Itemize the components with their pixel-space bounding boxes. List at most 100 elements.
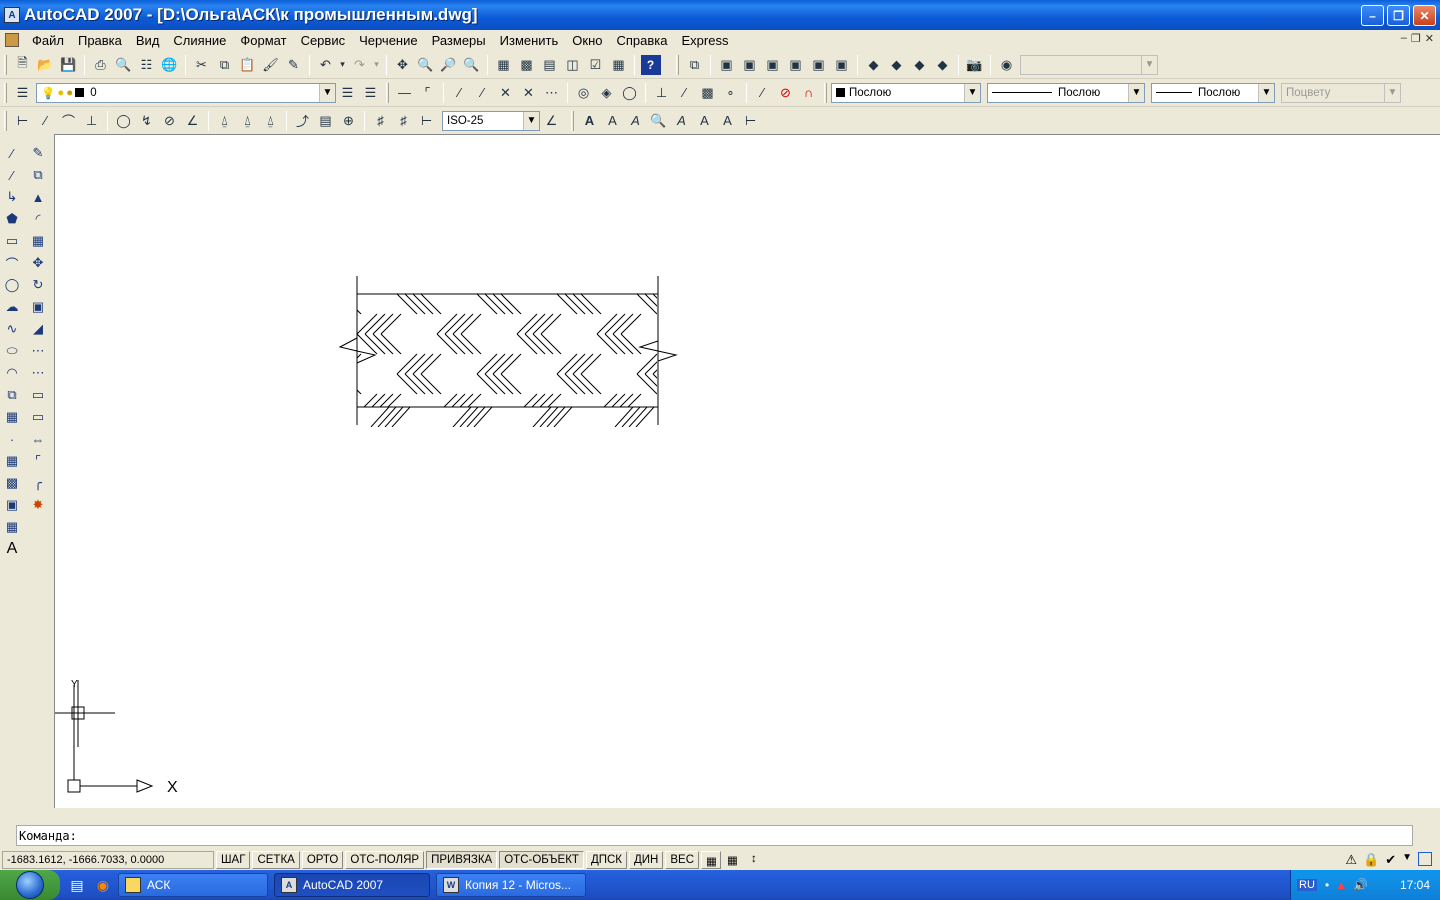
tolerance-icon[interactable]: ▤ — [316, 111, 336, 131]
menu-tools[interactable]: Сервис — [294, 33, 353, 48]
snap-tracking-icon[interactable]: — — [395, 83, 415, 103]
osnap-settings-icon[interactable]: ∩ — [799, 83, 819, 103]
zoom-previous-icon[interactable]: 🔍 — [462, 55, 482, 75]
snap-insert-icon[interactable]: ▩ — [698, 83, 718, 103]
doc-restore-button[interactable]: ❐ — [1411, 32, 1421, 45]
revision-cloud-icon[interactable]: ☁ — [1, 296, 23, 318]
dim-edit-icon[interactable]: ♯ — [371, 111, 391, 131]
text-style-icon[interactable]: A — [695, 111, 715, 131]
named-views-icon[interactable]: ⧉ — [685, 55, 705, 75]
dim-baseline-icon[interactable]: ⍙ — [238, 111, 258, 131]
circle-icon[interactable]: ◯ — [1, 274, 23, 296]
snap-apparent-intersection-icon[interactable]: ✕ — [519, 83, 539, 103]
task-ask[interactable]: АСК — [118, 873, 268, 897]
minimize-button[interactable]: – — [1361, 5, 1384, 26]
single-line-text-icon[interactable]: A — [603, 111, 623, 131]
doc-minimize-button[interactable]: – — [1401, 32, 1407, 45]
menu-draw[interactable]: Черчение — [352, 33, 425, 48]
quick-leader-icon[interactable]: ⤴ — [293, 111, 313, 131]
erase-icon[interactable]: ✎ — [27, 142, 49, 164]
chevron-down-icon[interactable]: ▼ — [1141, 55, 1157, 74]
coordinates-display[interactable]: -1683.1612, -1666.7033, 0.0000 — [2, 851, 214, 869]
dim-angular-icon[interactable]: ∠ — [183, 111, 203, 131]
ortho-toggle[interactable]: ОРТО — [301, 851, 344, 869]
redo-icon[interactable]: ↷ — [350, 55, 370, 75]
layer-combo[interactable]: 💡 ● ● 0 ▼ — [36, 82, 336, 103]
undo-dropdown-icon[interactable]: ▾ — [339, 55, 347, 75]
calculator-icon[interactable]: ▦ — [609, 55, 629, 75]
chevron-down-icon[interactable]: ▼ — [523, 111, 539, 130]
toolbar-grip[interactable] — [824, 82, 827, 103]
snap-intersection-icon[interactable]: ✕ — [496, 83, 516, 103]
otrack-toggle[interactable]: ОТС-ОБЪЕКТ — [499, 851, 584, 869]
camera-icon[interactable]: 📷 — [965, 55, 985, 75]
menu-modify[interactable]: Изменить — [493, 33, 566, 48]
tool-palettes-icon[interactable]: ▤ — [540, 55, 560, 75]
polyline-icon[interactable]: ↳ — [1, 186, 23, 208]
drawing-canvas[interactable]: X Y — [54, 134, 1440, 808]
color-combo[interactable]: Послою ▼ — [831, 82, 981, 103]
ucs-icon[interactable]: ◉ — [997, 55, 1017, 75]
paste-icon[interactable]: 📋 — [238, 55, 258, 75]
explode-icon[interactable]: ✸ — [27, 494, 49, 516]
copy-icon[interactable]: ⧉ — [215, 55, 235, 75]
mirror-icon[interactable]: ▲ — [27, 186, 49, 208]
spline-icon[interactable]: ∿ — [1, 318, 23, 340]
scale-icon[interactable]: ▣ — [27, 296, 49, 318]
toolbar-grip[interactable] — [4, 82, 7, 103]
communication-center-icon[interactable]: ⚠ — [1345, 852, 1357, 868]
close-button[interactable]: ✕ — [1413, 5, 1436, 26]
document-icon[interactable] — [5, 33, 19, 47]
linetype-combo[interactable]: Послою ▼ — [987, 82, 1145, 103]
snap-none-icon[interactable]: ⊘ — [776, 83, 796, 103]
extend-icon[interactable]: ⋯ — [27, 362, 49, 384]
dim-jogged-icon[interactable]: ↯ — [137, 111, 157, 131]
arc-icon[interactable]: ⌒ — [1, 252, 23, 274]
dim-diameter-icon[interactable]: ⊘ — [160, 111, 180, 131]
edit-text-icon[interactable]: A — [626, 111, 646, 131]
dimstyle-combo[interactable]: ISO-25 ▼ — [442, 110, 540, 131]
justify-text-icon[interactable]: ⊢ — [741, 111, 761, 131]
region-icon[interactable]: ▣ — [1, 494, 23, 516]
scale-text-icon[interactable]: A — [718, 111, 738, 131]
plotstyle-combo[interactable]: Поцвету ▼ — [1281, 82, 1401, 103]
menu-help[interactable]: Справка — [610, 33, 675, 48]
chevron-down-icon[interactable]: ▼ — [1258, 83, 1274, 102]
snap-tangent-icon[interactable]: ◯ — [620, 83, 640, 103]
view-ne-iso-icon[interactable]: ◆ — [910, 55, 930, 75]
toolbar-grip[interactable] — [4, 54, 7, 75]
insert-block-icon[interactable]: ⧉ — [1, 384, 23, 406]
dim-ordinate-icon[interactable]: ⊥ — [82, 111, 102, 131]
snap-toggle[interactable]: ШАГ — [216, 851, 251, 869]
hatch-icon[interactable]: ▦ — [1, 450, 23, 472]
line-icon[interactable]: ∕ — [1, 142, 23, 164]
polygon-icon[interactable]: ⬟ — [1, 208, 23, 230]
snap-center-icon[interactable]: ◎ — [574, 83, 594, 103]
layer-previous-icon[interactable]: ☰ — [361, 83, 381, 103]
clock[interactable]: 17:04 — [1400, 878, 1430, 892]
chevron-down-icon[interactable]: ▼ — [964, 83, 980, 102]
menu-merge[interactable]: Слияние — [166, 33, 233, 48]
multiline-text-icon[interactable]: A — [580, 111, 600, 131]
show-desktop-icon[interactable]: ▤ — [68, 876, 86, 894]
find-text-icon[interactable]: 🔍 — [649, 111, 669, 131]
chevron-down-icon[interactable]: ▼ — [319, 83, 335, 102]
toolbar-grip[interactable] — [386, 82, 389, 103]
block-editor-icon[interactable]: ✎ — [284, 55, 304, 75]
view-top-icon[interactable]: ▣ — [717, 55, 737, 75]
maximize-viewport-icon[interactable]: ▦ — [723, 851, 745, 869]
zoom-window-icon[interactable]: 🔎 — [439, 55, 459, 75]
stretch-icon[interactable]: ◢ — [27, 318, 49, 340]
toolbar-grip[interactable] — [676, 54, 679, 75]
layer-manager-icon[interactable]: ☰ — [13, 83, 33, 103]
view-se-iso-icon[interactable]: ◆ — [887, 55, 907, 75]
menu-format[interactable]: Формат — [233, 33, 293, 48]
design-center-icon[interactable]: ▩ — [517, 55, 537, 75]
copy-object-icon[interactable]: ⧉ — [27, 164, 49, 186]
view-right-icon[interactable]: ▣ — [786, 55, 806, 75]
ducs-toggle[interactable]: ДПСК — [585, 851, 627, 869]
cad-standards-icon[interactable]: ✔ — [1385, 852, 1396, 868]
mtext-icon[interactable]: A — [1, 538, 23, 560]
snap-endpoint-icon[interactable]: ∕ — [450, 83, 470, 103]
properties-icon[interactable]: ▦ — [494, 55, 514, 75]
